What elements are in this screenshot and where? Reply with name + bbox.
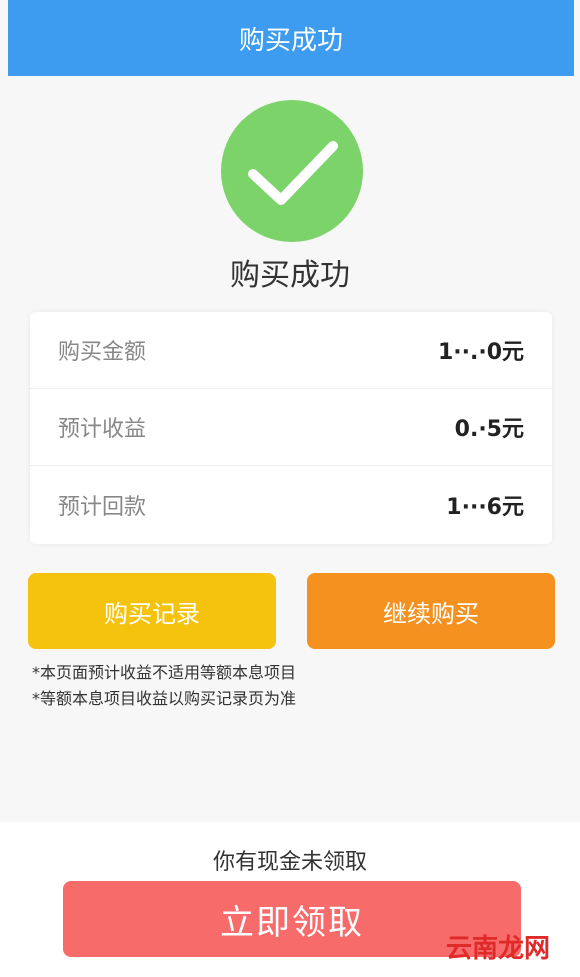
purchase-records-button[interactable]: 购买记录 [28, 573, 276, 649]
notes: *本页面预计收益不适用等额本息项目 *等额本息项目收益以购买记录页为准 [32, 660, 552, 712]
header-bar: 购买成功 [8, 0, 574, 76]
expected-income-value: 0.·5元 [454, 417, 524, 442]
success-title: 购买成功 [230, 258, 350, 293]
purchase-amount-label: 购买金额 [58, 340, 147, 365]
watermark-logo: 云南龙网 [446, 934, 551, 964]
continue-purchase-button[interactable]: 继续购买 [307, 573, 555, 649]
expected-income-label: 预计收益 [58, 417, 147, 442]
expected-return-row: 预计回款 1···6元 [30, 466, 552, 543]
purchase-amount-row: 购买金额 1··.·0元 [30, 312, 552, 389]
note-line: *等额本息项目收益以购买记录页为准 [32, 689, 297, 708]
check-icon [221, 100, 363, 242]
unclaimed-cash-text: 你有现金未领取 [212, 850, 367, 875]
expected-income-row: 预计收益 0.·5元 [30, 389, 552, 466]
expected-return-label: 预计回款 [58, 494, 147, 520]
expected-return-value: 1···6元 [446, 494, 524, 520]
purchase-amount-value: 1··.·0元 [437, 340, 524, 365]
note-line: *本页面预计收益不适用等额本息项目 [32, 663, 297, 682]
purchase-info-card: 购买金额 1··.·0元 预计收益 0.·5元 预计回款 1···6元 [30, 312, 552, 544]
page-title: 购买成功 [238, 25, 343, 56]
